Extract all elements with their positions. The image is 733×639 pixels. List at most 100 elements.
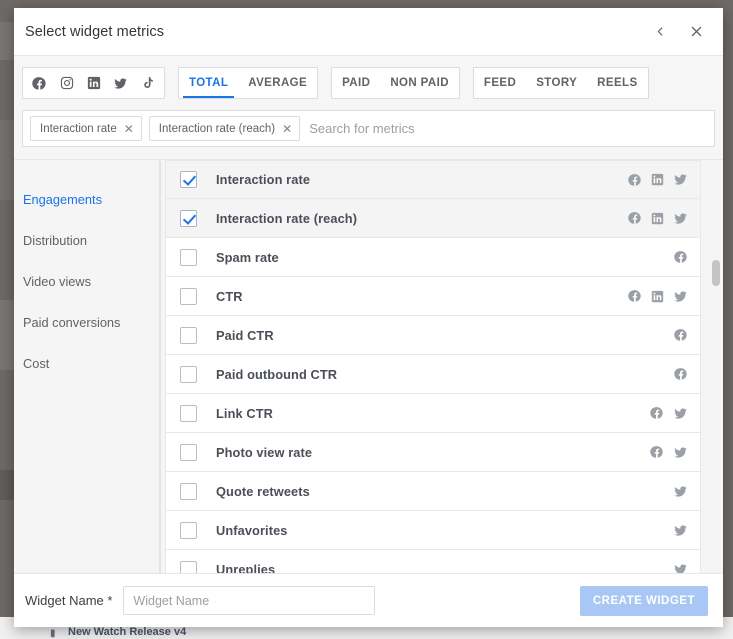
metric-row[interactable]: Paid outbound CTR [165, 355, 701, 394]
close-icon[interactable]: ✕ [124, 123, 134, 135]
facebook-icon [674, 250, 688, 264]
metric-checkbox[interactable] [180, 248, 197, 266]
tab-average[interactable]: AVERAGE [238, 68, 317, 98]
metric-label: Unreplies [216, 561, 276, 574]
metric-row[interactable]: Interaction rate (reach) [165, 199, 701, 238]
sidebar-item-video-views[interactable]: Video views [14, 261, 159, 302]
metric-search-field[interactable]: Interaction rate ✕ Interaction rate (rea… [22, 110, 715, 147]
platform-filter-tiktok[interactable] [134, 68, 161, 98]
metric-row[interactable]: Quote retweets [165, 472, 701, 511]
metric-platform-icons [628, 211, 688, 226]
background-item-label: New Watch Release v4 [68, 626, 187, 638]
tab-reels[interactable]: REELS [587, 68, 647, 98]
sidebar-item-paid-conversions[interactable]: Paid conversions [14, 302, 159, 343]
metric-row[interactable]: Paid CTR [165, 316, 701, 355]
search-input[interactable] [307, 117, 707, 140]
metric-platform-icons [674, 367, 688, 381]
page-title: Select widget metrics [25, 23, 165, 40]
metric-platform-icons [673, 484, 688, 499]
twitter-icon [673, 406, 688, 421]
close-icon [689, 24, 704, 39]
back-button[interactable] [649, 21, 671, 43]
filter-bar: TOTAL AVERAGE PAID NON PAID FEED STORY R… [14, 55, 723, 159]
widget-name-input[interactable] [123, 586, 376, 615]
metric-checkbox[interactable] [180, 209, 197, 227]
folder-icon: ▮ [50, 628, 56, 639]
sidebar-item-engagements[interactable]: Engagements [14, 179, 159, 220]
paid-filter-group: PAID NON PAID [331, 67, 460, 99]
dialog-header: Select widget metrics [14, 8, 723, 55]
twitter-icon [673, 289, 688, 304]
metric-label: Link CTR [216, 405, 273, 421]
platform-filter-facebook[interactable] [26, 68, 53, 98]
sidebar-item-distribution[interactable]: Distribution [14, 220, 159, 261]
linkedin-icon [651, 212, 664, 225]
metric-checkbox[interactable] [180, 482, 197, 500]
twitter-icon [673, 172, 688, 187]
metric-row[interactable]: Interaction rate [165, 160, 701, 199]
twitter-icon [113, 76, 128, 91]
tab-non-paid[interactable]: NON PAID [380, 68, 459, 98]
facebook-icon [650, 445, 664, 459]
platform-filter-instagram[interactable] [53, 68, 80, 98]
select-widget-metrics-dialog: Select widget metrics TOTAL AVERAGE PAID… [14, 8, 723, 627]
twitter-icon [673, 211, 688, 226]
metric-row[interactable]: Link CTR [165, 394, 701, 433]
widget-name-label: Widget Name * [25, 593, 113, 608]
metric-label: Spam rate [216, 249, 279, 265]
tab-total[interactable]: TOTAL [179, 68, 238, 98]
facebook-icon [650, 406, 664, 420]
metric-label: Unfavorites [216, 522, 288, 538]
metric-checkbox[interactable] [180, 326, 197, 344]
metric-list: Interaction rate Interaction rate (reach)… [161, 160, 709, 573]
metric-platform-icons [673, 523, 688, 538]
sidebar-item-cost[interactable]: Cost [14, 343, 159, 384]
scrollbar-thumb[interactable] [712, 260, 720, 286]
metric-row[interactable]: Unreplies [165, 550, 701, 573]
metric-checkbox[interactable] [180, 404, 197, 422]
create-widget-button[interactable]: CREATE WIDGET [579, 585, 708, 616]
metric-list-scrollbar[interactable] [709, 160, 723, 573]
metric-checkbox[interactable] [180, 560, 197, 573]
selected-metric-chip[interactable]: Interaction rate ✕ [30, 116, 142, 141]
close-button[interactable] [685, 21, 707, 43]
metric-checkbox[interactable] [180, 443, 197, 461]
metric-row[interactable]: Unfavorites [165, 511, 701, 550]
metric-checkbox[interactable] [180, 287, 197, 305]
selected-metric-chip[interactable]: Interaction rate (reach) ✕ [148, 116, 301, 141]
background-app-left-edge [0, 0, 14, 639]
metric-label: Paid outbound CTR [216, 366, 338, 382]
metric-platform-icons [674, 250, 688, 264]
metric-row[interactable]: CTR [165, 277, 701, 316]
metric-label: Interaction rate [216, 172, 311, 187]
filter-row: TOTAL AVERAGE PAID NON PAID FEED STORY R… [14, 67, 723, 99]
metric-row[interactable]: Photo view rate [165, 433, 701, 472]
twitter-icon [673, 445, 688, 460]
tab-feed[interactable]: FEED [474, 68, 526, 98]
close-icon[interactable]: ✕ [282, 123, 292, 135]
metric-label: Quote retweets [216, 483, 310, 499]
facebook-icon [628, 211, 642, 225]
metric-row[interactable]: Spam rate [165, 238, 701, 277]
metric-label: Interaction rate (reach) [216, 210, 358, 226]
metric-label: Photo view rate [216, 444, 313, 460]
facebook-icon [628, 173, 642, 187]
tab-paid[interactable]: PAID [332, 68, 380, 98]
metric-checkbox[interactable] [180, 171, 197, 188]
metric-checkbox[interactable] [180, 365, 197, 383]
facebook-icon [32, 76, 47, 91]
twitter-icon [673, 484, 688, 499]
platform-filter-twitter[interactable] [107, 68, 134, 98]
category-sidebar: Engagements Distribution Video views Pai… [14, 160, 160, 573]
linkedin-icon [651, 290, 664, 303]
metric-checkbox[interactable] [180, 521, 197, 539]
chevron-left-icon [654, 25, 667, 38]
instagram-icon [60, 76, 74, 90]
tab-story[interactable]: STORY [526, 68, 587, 98]
chip-label: Interaction rate [40, 122, 117, 135]
platform-filter-linkedin[interactable] [80, 68, 107, 98]
dialog-header-actions [649, 21, 707, 43]
placement-filter-group: FEED STORY REELS [472, 67, 649, 99]
metric-platform-icons [674, 328, 688, 342]
metric-label: Paid CTR [216, 327, 274, 343]
